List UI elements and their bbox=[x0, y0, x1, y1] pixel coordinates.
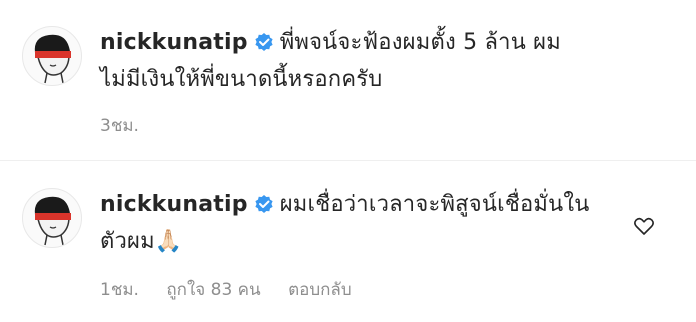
username[interactable]: nickkunatip bbox=[100, 192, 248, 217]
likes-count-link[interactable]: ถูกใจ 83 คน bbox=[166, 280, 260, 300]
comment-item-2: nickkunatip ผมเชื่อว่าเวลาจะพิสูจน์เชื่อม… bbox=[0, 162, 696, 322]
verified-badge-icon bbox=[254, 191, 274, 225]
avatar-image bbox=[34, 196, 71, 246]
comment-meta: 1ชม. ถูกใจ 83 คน ตอบกลับ bbox=[100, 276, 374, 303]
comment-item-1: nickkunatip พี่พจน์จะฟ้องผมตั้ง 5 ล้าน ผม… bbox=[0, 0, 696, 160]
verified-badge-icon bbox=[254, 29, 274, 63]
username[interactable]: nickkunatip bbox=[100, 30, 248, 55]
timestamp: 3ชม. bbox=[100, 116, 139, 136]
reply-button[interactable]: ตอบกลับ bbox=[288, 280, 352, 300]
timestamp: 1ชม. bbox=[100, 280, 139, 300]
comment-text: nickkunatip พี่พจน์จะฟ้องผมตั้ง 5 ล้าน ผม… bbox=[100, 26, 600, 97]
comment-meta: 3ชม. bbox=[100, 112, 161, 139]
avatar-image bbox=[34, 34, 71, 84]
avatar[interactable] bbox=[22, 26, 82, 86]
comment-text: nickkunatip ผมเชื่อว่าเวลาจะพิสูจน์เชื่อม… bbox=[100, 188, 600, 259]
avatar[interactable] bbox=[22, 188, 82, 248]
divider bbox=[0, 160, 696, 161]
praying-hands-emoji: 🙏🏻 bbox=[154, 229, 183, 254]
heart-icon[interactable] bbox=[632, 214, 656, 238]
